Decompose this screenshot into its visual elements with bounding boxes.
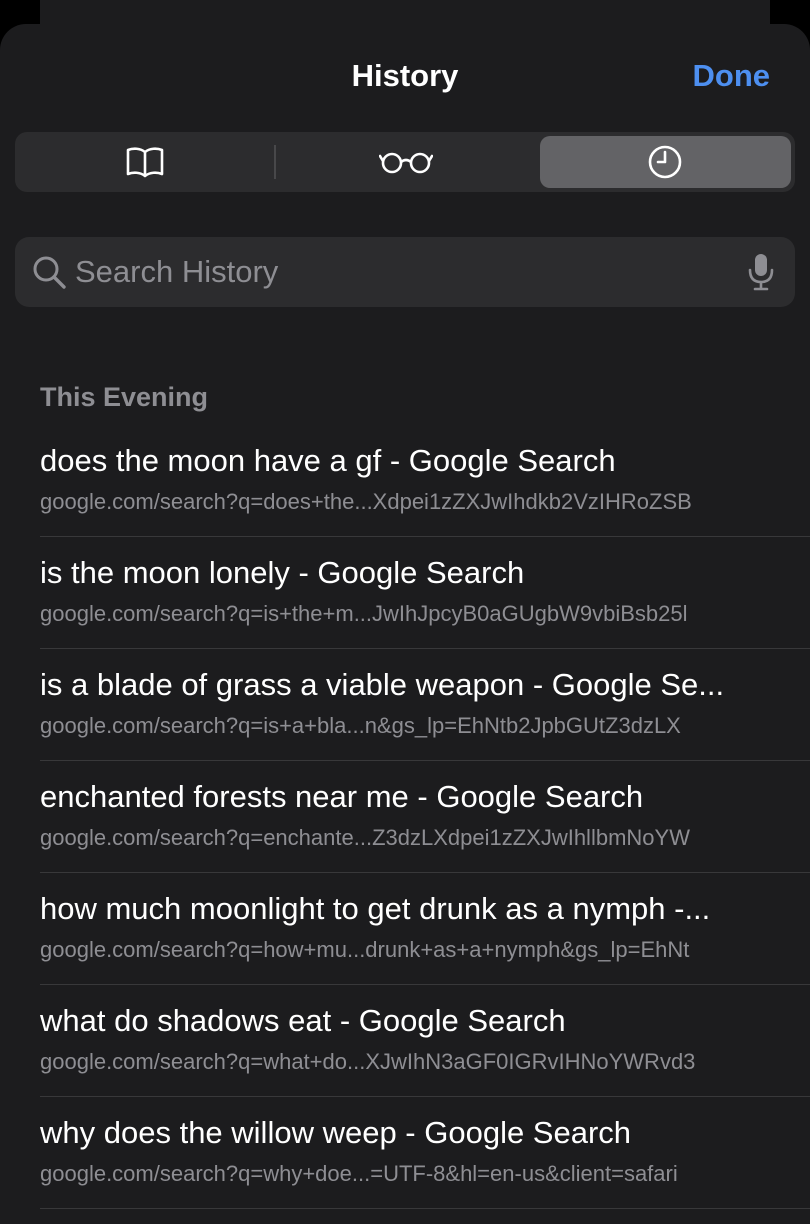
history-item-title: why does the willow weep - Google Search bbox=[40, 1115, 632, 1150]
segment-divider bbox=[274, 145, 277, 179]
history-item-title: does the moon have a gf - Google Search bbox=[40, 443, 616, 478]
history-item-url: google.com/search?q=how+mu...drunk+as+a+… bbox=[40, 937, 690, 962]
microphone-icon[interactable] bbox=[747, 252, 775, 292]
nav-header: History Done bbox=[0, 24, 810, 130]
history-item-title: is the moon lonely - Google Search bbox=[40, 555, 525, 590]
history-item[interactable]: how much moonlight to get drunk as a nym… bbox=[0, 873, 810, 985]
history-item[interactable]: does the moon have a gf - Google Search … bbox=[0, 425, 810, 537]
tab-history[interactable] bbox=[539, 136, 791, 188]
history-item-url: google.com/search?q=is+the+m...JwIhJpcyB… bbox=[40, 601, 688, 626]
history-item-title: what do shadows eat - Google Search bbox=[40, 1003, 566, 1038]
section-header: This Evening bbox=[40, 382, 209, 412]
reading-list-icon bbox=[378, 152, 433, 174]
history-item-url: google.com/search?q=enchante...Z3dzLXdpe… bbox=[40, 825, 690, 850]
history-item-title: enchanted forests near me - Google Searc… bbox=[40, 779, 644, 814]
history-sheet: History Done Search History This Evening… bbox=[0, 24, 810, 1224]
history-item-title: is a blade of grass a viable weapon - Go… bbox=[40, 667, 725, 702]
history-item[interactable]: enchanted forests near me - Google Searc… bbox=[0, 761, 810, 873]
search-input[interactable] bbox=[75, 242, 747, 302]
history-item[interactable]: what do shadows eat - Google Search goog… bbox=[0, 985, 810, 1097]
clock-icon bbox=[649, 145, 682, 179]
done-button[interactable]: Done bbox=[693, 58, 771, 94]
book-icon bbox=[126, 147, 163, 178]
history-item-url: google.com/search?q=does+the...Xdpei1zZX… bbox=[40, 489, 692, 514]
tab-bookmarks[interactable] bbox=[19, 136, 270, 188]
history-item[interactable]: is a blade of grass a viable weapon - Go… bbox=[0, 649, 810, 761]
search-bar bbox=[15, 237, 795, 307]
history-item-title: how much moonlight to get drunk as a nym… bbox=[40, 891, 711, 926]
search-icon bbox=[33, 256, 66, 289]
history-item-url: google.com/search?q=is+a+bla...n&gs_lp=E… bbox=[40, 713, 681, 738]
tab-reading-list[interactable] bbox=[280, 136, 531, 188]
history-list: does the moon have a gf - Google Search … bbox=[0, 425, 810, 1209]
history-item[interactable]: why does the willow weep - Google Search… bbox=[0, 1097, 810, 1209]
segmented-control bbox=[15, 132, 795, 192]
history-item[interactable]: is the moon lonely - Google Search googl… bbox=[0, 537, 810, 649]
page-title: History bbox=[351, 58, 459, 93]
history-item-url: google.com/search?q=why+doe...=UTF-8&hl=… bbox=[40, 1161, 678, 1186]
history-item-url: google.com/search?q=what+do...XJwIhN3aGF… bbox=[40, 1049, 696, 1074]
